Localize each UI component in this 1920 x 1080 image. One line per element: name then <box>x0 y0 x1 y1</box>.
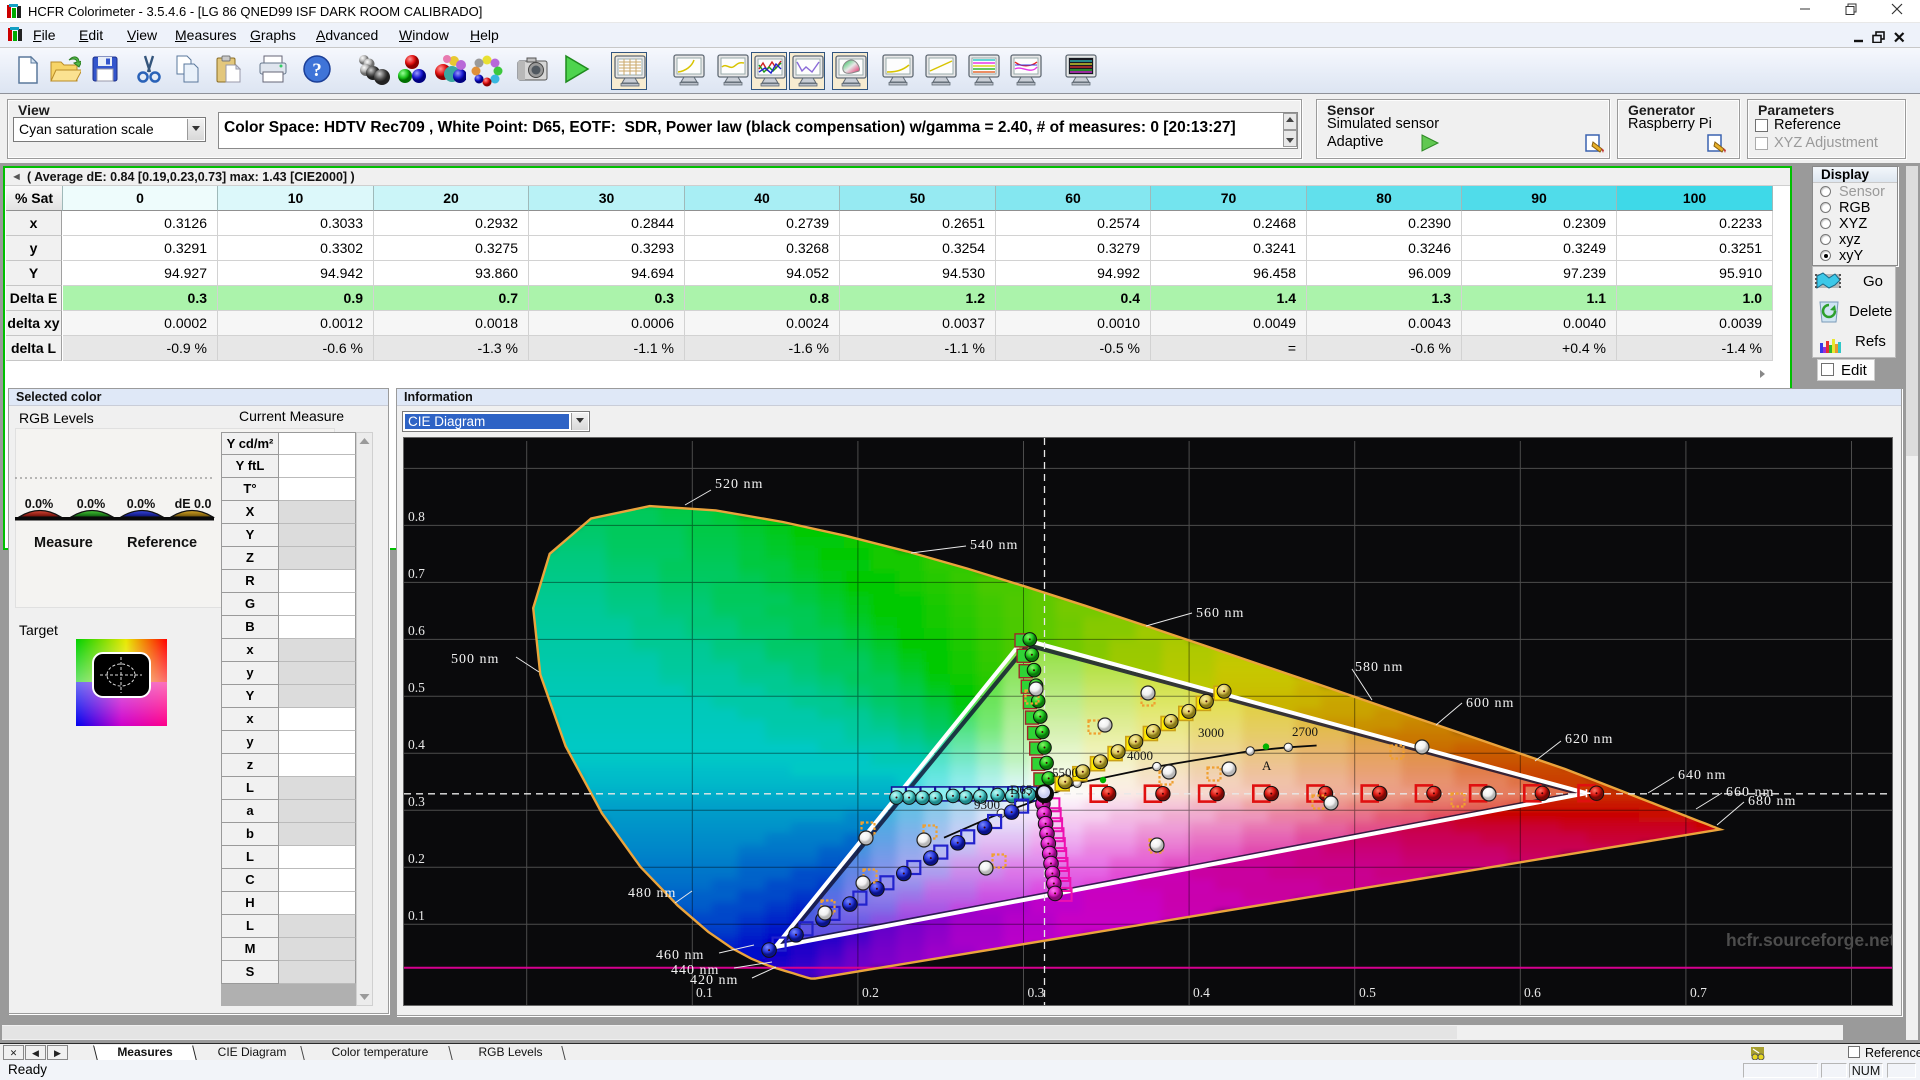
svg-text:0.2: 0.2 <box>408 851 425 866</box>
svg-text:0.1: 0.1 <box>408 908 425 923</box>
svg-text:680 nm: 680 nm <box>1748 794 1796 809</box>
svg-text:D65: D65 <box>1010 782 1032 797</box>
svg-text:560 nm: 560 nm <box>1196 606 1244 621</box>
svg-text:0.7: 0.7 <box>1690 985 1707 1000</box>
svg-text:640 nm: 640 nm <box>1678 768 1726 783</box>
svg-text:Reference: Reference <box>127 535 197 551</box>
svg-text:4000: 4000 <box>1127 748 1153 763</box>
svg-text:520 nm: 520 nm <box>715 477 763 492</box>
svg-text:dE 0.0: dE 0.0 <box>175 497 212 511</box>
svg-text:620 nm: 620 nm <box>1565 732 1613 747</box>
svg-text:Measure: Measure <box>34 535 93 551</box>
svg-text:0.0%: 0.0% <box>25 497 54 511</box>
svg-text:hcfr.sourceforge.net: hcfr.sourceforge.net <box>1726 930 1892 950</box>
svg-text:2700: 2700 <box>1292 724 1318 739</box>
svg-text:0.8: 0.8 <box>408 509 425 524</box>
svg-text:500 nm: 500 nm <box>451 652 499 667</box>
svg-text:0.0%: 0.0% <box>127 497 156 511</box>
svg-text:5500: 5500 <box>1052 765 1078 780</box>
svg-text:0.5: 0.5 <box>1359 985 1376 1000</box>
svg-text:0.7: 0.7 <box>408 566 425 581</box>
svg-text:0.0%: 0.0% <box>77 497 106 511</box>
svg-text:0.1: 0.1 <box>696 985 713 1000</box>
svg-text:460 nm: 460 nm <box>656 948 704 963</box>
svg-text:0.4: 0.4 <box>1193 985 1210 1000</box>
svg-text:0.2: 0.2 <box>862 985 879 1000</box>
svg-text:480 nm: 480 nm <box>628 886 676 901</box>
svg-text:0.6: 0.6 <box>408 623 425 638</box>
svg-text:0.3: 0.3 <box>1028 985 1045 1000</box>
svg-text:3000: 3000 <box>1198 725 1224 740</box>
svg-text:0.3: 0.3 <box>408 794 425 809</box>
svg-text:600 nm: 600 nm <box>1466 696 1514 711</box>
svg-text:A: A <box>1262 758 1272 773</box>
svg-text:580 nm: 580 nm <box>1355 660 1403 675</box>
svg-text:9300: 9300 <box>974 797 1000 812</box>
svg-text:540 nm: 540 nm <box>970 538 1018 553</box>
svg-text:0.5: 0.5 <box>408 680 425 695</box>
svg-text:0.6: 0.6 <box>1524 985 1541 1000</box>
svg-text:?: ? <box>312 60 322 81</box>
svg-text:0.4: 0.4 <box>408 737 425 752</box>
